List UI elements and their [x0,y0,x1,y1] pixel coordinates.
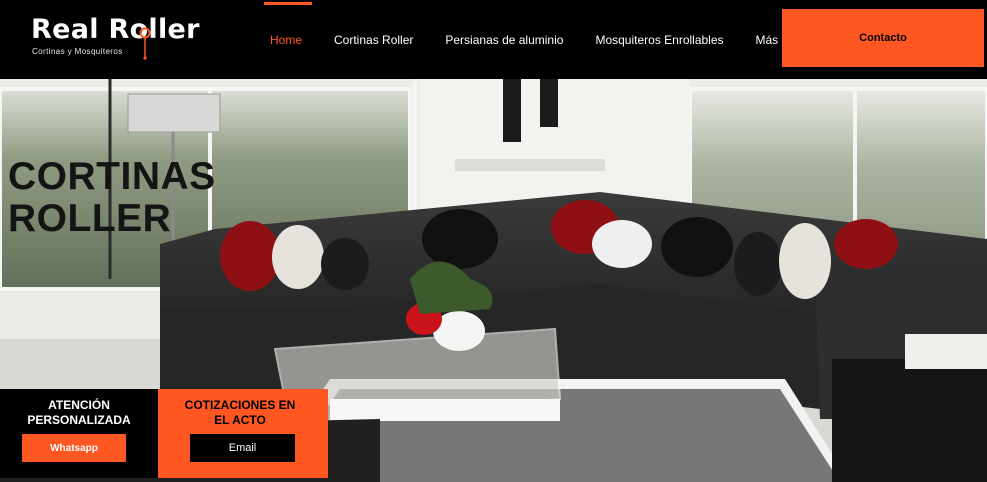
personal-attention-card: ATENCIÓN PERSONALIZADA Whatsapp [0,389,158,478]
main-nav: Home Cortinas Roller Persianas de alumin… [262,0,802,79]
contact-button[interactable]: Contacto [782,9,984,67]
quotes-title: COTIZACIONES EN EL ACTO [184,398,296,427]
nav-item-home[interactable]: Home [262,0,313,79]
personal-attention-title: ATENCIÓN PERSONALIZADA [27,398,131,427]
site-header: Real Roller Cortinas y Mosquiteros Home … [0,0,987,79]
nav-item-persianas-aluminio[interactable]: Persianas de aluminio [437,0,563,79]
hero-title: CORTINAS ROLLER [8,155,216,240]
nav-item-cortinas-roller[interactable]: Cortinas Roller [326,0,413,79]
quotes-card: COTIZACIONES EN EL ACTO Email [158,389,328,478]
nav-item-mas[interactable]: Más [748,0,779,79]
hero-section: CORTINAS ROLLER ATENCIÓN PERSONALIZADA W… [0,79,987,482]
roller-pin-icon [139,27,151,60]
brand-name: Real Roller [31,14,200,45]
email-button[interactable]: Email [190,434,295,462]
brand-tagline: Cortinas y Mosquiteros [32,47,123,56]
whatsapp-button[interactable]: Whatsapp [22,434,126,462]
nav-item-mosquiteros[interactable]: Mosquiteros Enrollables [587,0,723,79]
brand-logo[interactable]: Real Roller Cortinas y Mosquiteros [31,14,231,64]
